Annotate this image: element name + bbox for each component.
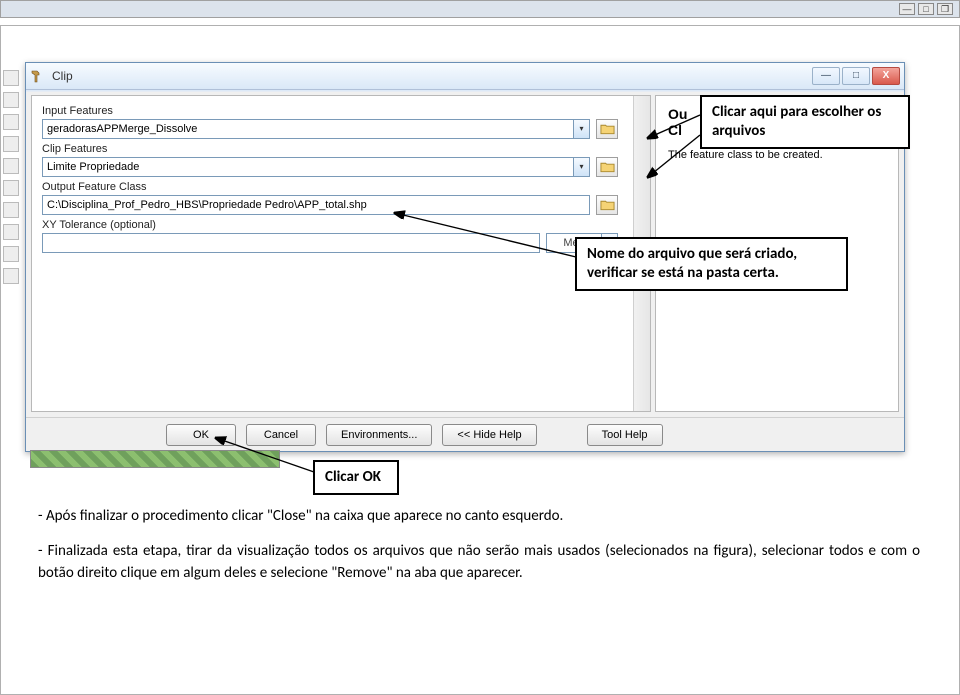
instruction-line-2: - Finalizada esta etapa, tirar da visual… <box>38 540 920 585</box>
callout-choose-files: Clicar aqui para escolher os arquivos <box>700 95 910 149</box>
callout-click-ok: Clicar OK <box>313 460 399 495</box>
callout-output-name: Nome do arquivo que será criado, verific… <box>575 237 848 291</box>
